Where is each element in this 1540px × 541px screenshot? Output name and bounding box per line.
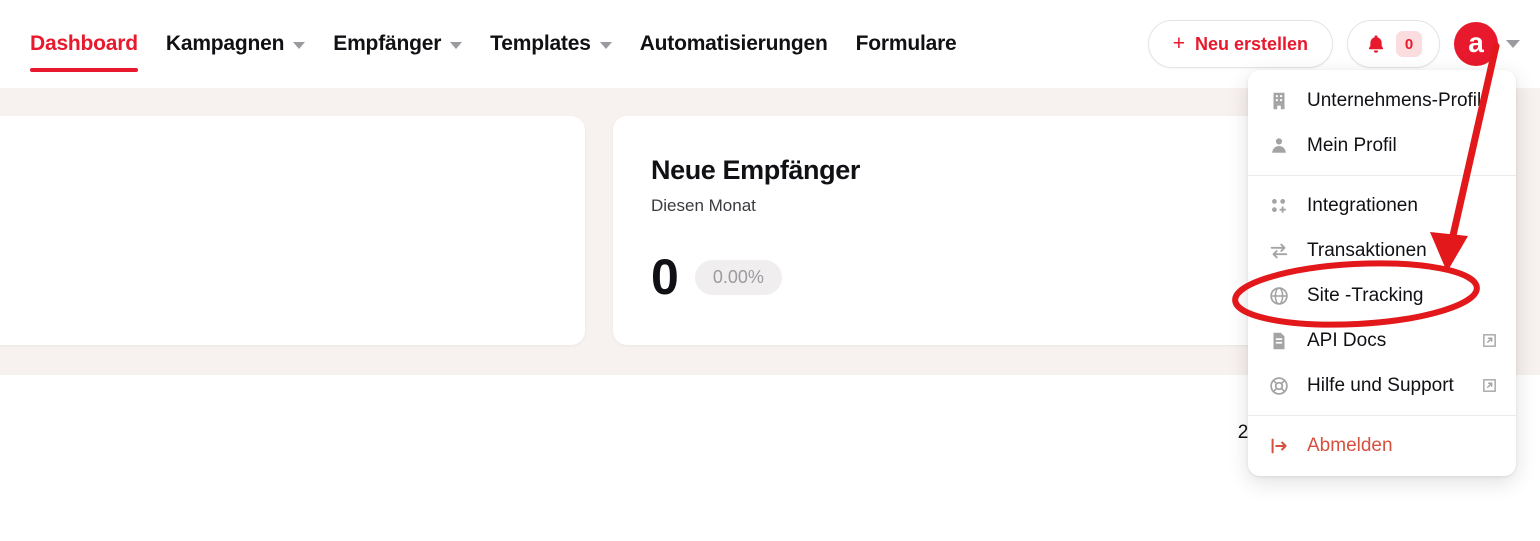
menu-item-label: Site -Tracking xyxy=(1307,284,1424,306)
person-icon xyxy=(1272,137,1286,153)
plus-icon: + xyxy=(1172,31,1185,55)
create-new-button[interactable]: + Neu erstellen xyxy=(1147,20,1333,68)
nav-item-label: Formulare xyxy=(855,32,957,55)
menu-item-label: Abmelden xyxy=(1307,434,1393,456)
exchange-arrows-icon xyxy=(1270,243,1288,258)
document-icon xyxy=(1273,332,1285,349)
menu-separator xyxy=(1248,415,1516,416)
menu-item-hilfe-und-support[interactable]: Hilfe und Support xyxy=(1248,363,1516,408)
card-title: Neue Empfänger xyxy=(651,155,860,185)
menu-item-label: Unternehmens-Profil xyxy=(1307,89,1482,111)
menu-separator xyxy=(1248,175,1516,176)
nav-item-label: Dashboard xyxy=(30,32,138,55)
card-subtitle: Diesen Monat xyxy=(651,196,756,215)
external-link-icon xyxy=(1483,334,1496,347)
avatar: a xyxy=(1454,22,1498,66)
notifications-button[interactable]: 0 xyxy=(1347,20,1440,68)
user-dropdown-menu: Unternehmens-Profil Mein Profil Integrat… xyxy=(1248,70,1516,476)
menu-item-site-tracking[interactable]: Site -Tracking xyxy=(1248,273,1516,318)
chevron-down-icon xyxy=(450,42,463,49)
nav-item-automatisierungen[interactable]: Automatisierungen xyxy=(626,0,842,88)
notification-count-badge: 0 xyxy=(1396,31,1422,57)
menu-item-integrationen[interactable]: Integrationen xyxy=(1248,183,1516,228)
menu-item-label: API Docs xyxy=(1307,329,1387,351)
menu-item-label: Mein Profil xyxy=(1307,134,1397,156)
menu-item-abmelden[interactable]: Abmelden xyxy=(1248,423,1516,468)
bell-icon xyxy=(1368,35,1384,53)
main-navigation: Dashboard Kampagnen Empfänger Templates … xyxy=(16,0,971,88)
active-tab-underline xyxy=(30,68,138,72)
building-icon xyxy=(1273,92,1285,109)
nav-item-empfaenger[interactable]: Empfänger xyxy=(319,0,476,88)
menu-item-transaktionen[interactable]: Transaktionen xyxy=(1248,228,1516,273)
create-new-label: Neu erstellen xyxy=(1194,33,1308,54)
menu-item-label: Hilfe und Support xyxy=(1307,374,1454,396)
nav-item-templates[interactable]: Templates xyxy=(476,0,626,88)
nav-item-label: Automatisierungen xyxy=(639,32,828,55)
grid-plus-icon xyxy=(1272,198,1286,213)
globe-icon xyxy=(1270,286,1288,305)
nav-item-label: Empfänger xyxy=(333,32,442,55)
user-menu-trigger[interactable]: a xyxy=(1454,22,1520,66)
menu-item-label: Integrationen xyxy=(1307,194,1418,216)
dashboard-card-left xyxy=(0,116,585,345)
app-root: Dashboard Kampagnen Empfänger Templates … xyxy=(0,0,1540,541)
nav-item-dashboard[interactable]: Dashboard xyxy=(16,0,152,88)
menu-item-mein-profil[interactable]: Mein Profil xyxy=(1248,123,1516,168)
nav-item-label: Kampagnen xyxy=(165,32,285,55)
logout-icon xyxy=(1271,438,1287,453)
menu-item-label: Transaktionen xyxy=(1307,239,1427,261)
external-link-icon xyxy=(1483,379,1496,392)
metric-change-badge: 0.00% xyxy=(694,259,782,295)
metric-value: 0 xyxy=(651,249,679,305)
lifebuoy-icon xyxy=(1270,376,1288,395)
nav-item-formulare[interactable]: Formulare xyxy=(842,0,971,88)
nav-item-kampagnen[interactable]: Kampagnen xyxy=(152,0,319,88)
nav-item-label: Templates xyxy=(490,32,591,55)
menu-item-unternehmens-profil[interactable]: Unternehmens-Profil xyxy=(1248,78,1516,123)
chevron-down-icon xyxy=(599,42,612,49)
menu-item-api-docs[interactable]: API Docs xyxy=(1248,318,1516,363)
metric-row: 0 0.00% xyxy=(651,252,782,302)
chevron-down-icon xyxy=(293,42,306,49)
chevron-down-icon xyxy=(1506,40,1520,48)
